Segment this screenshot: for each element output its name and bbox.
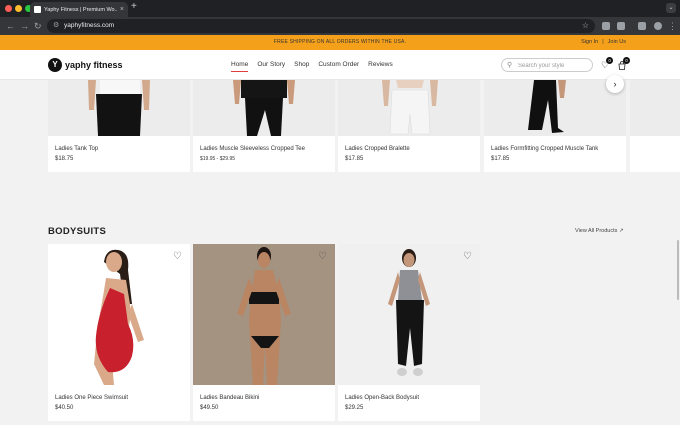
view-all-label[interactable]: View All Products [575,228,617,234]
product-name[interactable]: Ladies One Piece Swimsuit [55,395,128,401]
favicon-icon [34,6,41,13]
view-all-products-link[interactable]: View All Products ↗ [575,228,624,234]
chevron-right-icon: › [613,79,617,89]
sign-in-link[interactable]: Sign In [581,39,598,45]
menu-kebab-icon[interactable]: ⋮ [668,20,677,32]
product-image[interactable] [193,80,335,136]
site-header: Y yaphy fitness Home Our Story Shop Cust… [0,50,680,80]
promo-text: FREE SHIPPING ON ALL ORDERS WITHIN THE U… [273,39,407,45]
product-image[interactable] [338,80,480,136]
product-name[interactable]: Ladies Muscle Sleeveless Cropped Tee [200,146,305,152]
product-image[interactable]: ♡ [193,244,335,385]
product-image[interactable] [630,80,680,136]
nav-shop[interactable]: Shop [294,61,309,68]
cart-count-badge: 0 [623,57,630,64]
search-input[interactable] [518,61,588,70]
product-image[interactable] [484,80,626,136]
section-title: BODYSUITS [48,226,107,237]
product-price: $40.50 [55,405,74,411]
minimize-window-button[interactable] [15,5,22,12]
browser-tab[interactable]: Yaphy Fitness | Premium Wo... × [30,2,128,17]
join-link[interactable]: Join Us [608,39,626,45]
url-text[interactable]: yaphyfitness.com [64,22,114,29]
tab-close-icon[interactable]: × [120,6,124,13]
nav-home[interactable]: Home [231,61,249,72]
close-window-button[interactable] [5,5,12,12]
product-price: $49.50 [200,405,219,411]
extension-shield-icon[interactable] [602,22,610,30]
wishlist-heart-icon[interactable]: ♡ [173,252,182,262]
tab-title: Yaphy Fitness | Premium Wo... [44,6,117,13]
nav-our-story[interactable]: Our Story [257,61,285,68]
account-links: Sign In | Join Us [579,39,628,45]
product-price: $29.25 [345,405,364,411]
browser-tab-bar: Yaphy Fitness | Premium Wo... × + ⌄ [0,0,680,17]
carousel-next-button[interactable]: › [606,75,624,93]
wishlist-heart-icon[interactable]: ♡ 0 [601,57,614,70]
site-info-icon[interactable]: ⚙ [53,21,59,29]
nav-custom-order[interactable]: Custom Order [318,61,359,68]
new-tab-button[interactable]: + [131,2,137,12]
product-price: $18.75 [55,156,74,162]
product-card[interactable]: Ladies Cropped Bralette $17.85 [338,80,480,172]
search-icon[interactable]: ⚲ [507,61,512,69]
product-price: $17.85 [491,156,510,162]
forward-icon[interactable]: → [20,20,29,32]
scrollbar[interactable] [677,240,679,300]
product-name[interactable]: Ladies Tank Top [55,146,98,152]
product-name[interactable]: Ladies Open-Back Bodysuit [345,395,419,401]
profile-avatar-icon[interactable] [654,22,662,30]
wishlist-count-badge: 0 [606,57,614,64]
product-image[interactable] [48,80,190,136]
cart-icon[interactable]: 0 [618,57,630,72]
window-controls [5,5,32,12]
product-card[interactable]: ♡ Ladies Open-Back Bodysuit $29.25 [338,244,480,421]
product-card-partial[interactable] [630,80,680,172]
arrow-up-right-icon: ↗ [618,228,624,234]
wishlist-heart-icon[interactable]: ♡ [463,252,472,262]
logo-icon[interactable]: Y [48,58,62,72]
product-image[interactable]: ♡ [48,244,190,385]
product-card[interactable]: Ladies Muscle Sleeveless Cropped Tee $19… [193,80,335,172]
download-icon[interactable] [638,22,646,30]
product-name[interactable]: Ladies Bandeau Bikini [200,395,259,401]
search-box[interactable]: ⚲ [501,58,593,72]
browser-toolbar: ← → ↻ ⚙ yaphyfitness.com ☆ ⋮ [0,17,680,35]
product-card[interactable]: ♡ Ladies Bandeau Bikini $49.50 [193,244,335,421]
logo-text[interactable]: yaphy fitness [65,60,123,70]
bookmark-star-icon[interactable]: ☆ [582,21,589,31]
product-image[interactable]: ♡ [338,244,480,385]
product-card[interactable]: ♡ Ladies One Piece Swimsuit $40.50 [48,244,190,421]
product-price: $17.85 [345,156,364,162]
reload-icon[interactable]: ↻ [34,20,42,32]
product-card[interactable]: Ladies Tank Top $18.75 [48,80,190,172]
separator: | [602,39,604,45]
product-name[interactable]: Ladies Formfitting Cropped Muscle Tank [491,146,598,152]
product-name[interactable]: Ladies Cropped Bralette [345,146,410,152]
product-card[interactable]: Ladies Formfitting Cropped Muscle Tank $… [484,80,626,172]
nav-reviews[interactable]: Reviews [368,61,393,68]
extensions-puzzle-icon[interactable] [617,22,625,30]
promo-bar: FREE SHIPPING ON ALL ORDERS WITHIN THE U… [0,35,680,50]
address-bar[interactable]: ⚙ yaphyfitness.com ☆ [47,19,595,33]
main-nav: Home Our Story Shop Custom Order Reviews [231,61,393,72]
tab-search-button[interactable]: ⌄ [666,3,676,13]
product-price: $19.95 - $29.95 [200,156,236,162]
wishlist-heart-icon[interactable]: ♡ [318,252,327,262]
back-icon[interactable]: ← [6,20,15,32]
